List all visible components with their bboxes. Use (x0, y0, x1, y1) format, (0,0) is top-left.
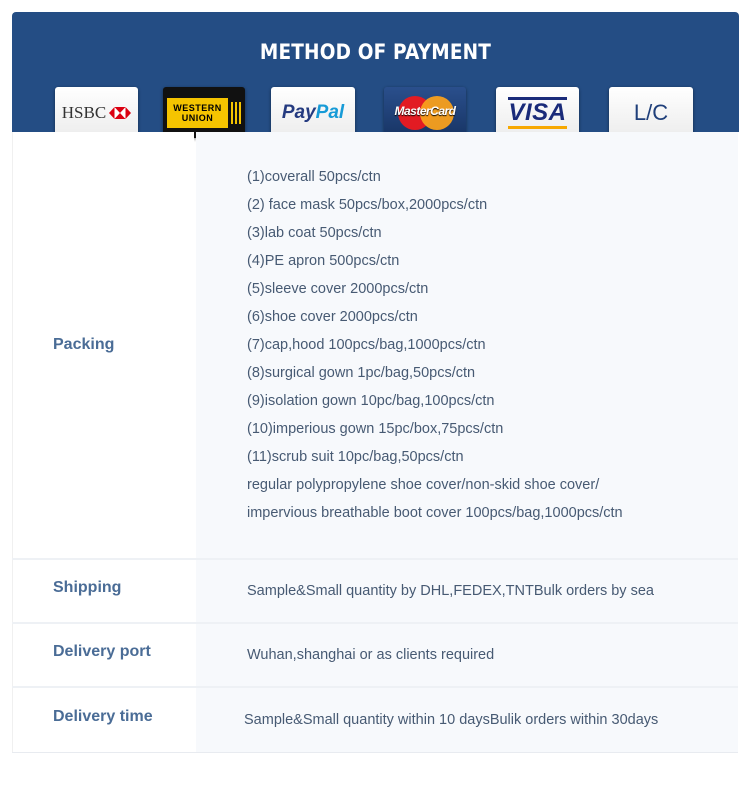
packing-item: (5)sleeve cover 2000pcs/ctn (247, 281, 429, 297)
paypal-pay: Pay (281, 101, 316, 123)
mastercard-label: MasterCard (394, 104, 456, 118)
paypal-pal: Pal (315, 101, 345, 123)
packing-item: (3)lab coat 50pcs/ctn (247, 225, 382, 241)
visa-logo: VISA (496, 87, 579, 138)
table-bottom-border (12, 752, 738, 753)
hsbc-hexagon-icon (109, 106, 132, 119)
delivery-port-value: Wuhan,shanghai or as clients required (196, 624, 738, 686)
shipping-value: Sample&Small quantity by DHL,FEDEX,TNTBu… (196, 560, 738, 622)
visa-label: VISA (508, 96, 567, 129)
paypal-wordmark: PayPal (282, 102, 344, 124)
letter-of-credit-logo: L/C (609, 87, 693, 138)
packing-item: (8)surgical gown 1pc/bag,50pcs/ctn (247, 365, 476, 381)
mastercard-logo: MasterCard (384, 87, 466, 138)
packing-item: (1)coverall 50pcs/ctn (247, 169, 381, 185)
packing-item: (4)PE apron 500pcs/ctn (247, 253, 400, 269)
western-union-line1: WESTERN (173, 102, 222, 113)
page-title: METHOD OF PAYMENT (259, 40, 492, 64)
delivery-time-label: Delivery time (12, 688, 194, 752)
packing-item: regular polypropylene shoe cover/non-ski… (247, 477, 600, 493)
table-row-packing: Packing (1)coverall 50pcs/ctn (2) face ma… (12, 132, 738, 558)
lc-label: L/C (633, 99, 669, 125)
table-row-shipping: Shipping Sample&Small quantity by DHL,FE… (12, 560, 738, 622)
hsbc-label: HSBC (61, 102, 107, 122)
table-row-delivery-time: Delivery time Sample&Small quantity with… (12, 688, 738, 752)
western-union-badge: WESTERN UNION (167, 97, 228, 128)
hsbc-logo: HSBC (55, 87, 138, 138)
shipping-label: Shipping (12, 560, 194, 622)
western-union-bars-icon (230, 101, 241, 124)
western-union-line2: UNION (181, 112, 214, 123)
table-row-delivery-port: Delivery port Wuhan,shanghai or as clien… (12, 624, 738, 686)
packing-label: Packing (12, 132, 194, 558)
packing-item: (11)scrub suit 10pc/bag,50pcs/ctn (247, 449, 464, 465)
western-union-logo: WESTERN UNION (163, 87, 245, 138)
packing-item: (6)shoe cover 2000pcs/ctn (247, 309, 418, 325)
delivery-time-value: Sample&Small quantity within 10 daysBuli… (196, 688, 738, 752)
packing-item: (7)cap,hood 100pcs/bag,1000pcs/ctn (247, 337, 486, 353)
packing-item: (9)isolation gown 10pc/bag,100pcs/ctn (247, 393, 495, 409)
packing-value: (1)coverall 50pcs/ctn (2) face mask 50pcs… (196, 132, 738, 558)
packing-list: (1)coverall 50pcs/ctn (2) face mask 50pcs… (247, 163, 623, 527)
paypal-logo: PayPal (271, 87, 355, 138)
delivery-port-label: Delivery port (12, 624, 194, 686)
packing-item: impervious breathable boot cover 100pcs/… (247, 505, 623, 521)
packing-item: (10)imperious gown 15pc/box,75pcs/ctn (247, 421, 504, 437)
packing-item: (2) face mask 50pcs/box,2000pcs/ctn (247, 197, 488, 213)
